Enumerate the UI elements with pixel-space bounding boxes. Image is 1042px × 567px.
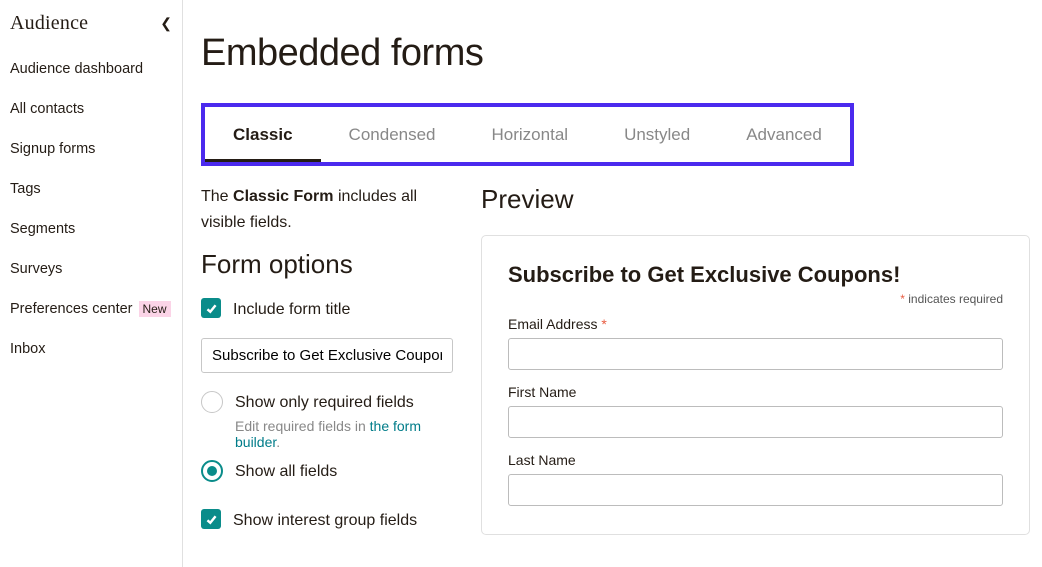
collapse-sidebar-icon[interactable]: ❮	[160, 15, 172, 32]
option-show-only-required[interactable]: Show only required fields Edit required …	[201, 391, 453, 450]
sidebar-item-surveys[interactable]: Surveys	[0, 249, 182, 289]
preview-input-first-name[interactable]	[508, 406, 1003, 438]
preview-form-title: Subscribe to Get Exclusive Coupons!	[508, 262, 1003, 288]
form-options-heading: Form options	[201, 249, 453, 280]
form-title-input[interactable]	[201, 338, 453, 373]
required-fields-hint: Edit required fields in the form builder…	[235, 418, 453, 450]
sidebar-item-segments[interactable]: Segments	[0, 209, 182, 249]
required-indicator-note: * indicates required	[508, 292, 1003, 306]
tab-horizontal[interactable]: Horizontal	[464, 107, 597, 162]
tabs-highlight-box: Classic Condensed Horizontal Unstyled Ad…	[201, 103, 854, 166]
tab-condensed[interactable]: Condensed	[321, 107, 464, 162]
preview-panel: Preview Subscribe to Get Exclusive Coupo…	[481, 184, 1030, 543]
form-options-panel: The Classic Form includes all visible fi…	[201, 184, 453, 543]
tab-unstyled[interactable]: Unstyled	[596, 107, 718, 162]
sidebar-item-all-contacts[interactable]: All contacts	[0, 89, 182, 129]
preview-field-last-name: Last Name	[508, 452, 1003, 506]
checkbox-checked-icon[interactable]	[201, 298, 221, 318]
preview-box[interactable]: Subscribe to Get Exclusive Coupons! * in…	[481, 235, 1030, 535]
tab-advanced[interactable]: Advanced	[718, 107, 850, 162]
preview-field-first-name: First Name	[508, 384, 1003, 438]
checkbox-checked-icon[interactable]	[201, 509, 221, 529]
sidebar-item-preferences-center[interactable]: Preferences center New	[0, 289, 182, 329]
form-description: The Classic Form includes all visible fi…	[201, 184, 453, 235]
preview-input-last-name[interactable]	[508, 474, 1003, 506]
asterisk-icon: *	[900, 292, 905, 306]
asterisk-icon: *	[601, 316, 606, 332]
option-show-all-fields[interactable]: Show all fields	[201, 460, 453, 483]
radio-checked-icon[interactable]	[201, 460, 223, 482]
sidebar-item-tags[interactable]: Tags	[0, 169, 182, 209]
sidebar-item-signup-forms[interactable]: Signup forms	[0, 129, 182, 169]
preview-field-email: Email Address *	[508, 316, 1003, 370]
sidebar-title: Audience	[10, 12, 88, 35]
new-badge: New	[139, 301, 171, 317]
radio-unchecked-icon[interactable]	[201, 391, 223, 413]
option-include-form-title[interactable]: Include form title	[201, 298, 453, 321]
main-content: Embedded forms Classic Condensed Horizon…	[183, 0, 1042, 567]
sidebar: Audience ❮ Audience dashboard All contac…	[0, 0, 183, 567]
sidebar-item-inbox[interactable]: Inbox	[0, 329, 182, 369]
preview-heading: Preview	[481, 184, 1030, 215]
page-title: Embedded forms	[201, 32, 1030, 75]
preview-input-email[interactable]	[508, 338, 1003, 370]
tab-classic[interactable]: Classic	[205, 107, 321, 162]
option-show-interest-groups[interactable]: Show interest group fields	[201, 509, 453, 532]
sidebar-item-audience-dashboard[interactable]: Audience dashboard	[0, 49, 182, 89]
